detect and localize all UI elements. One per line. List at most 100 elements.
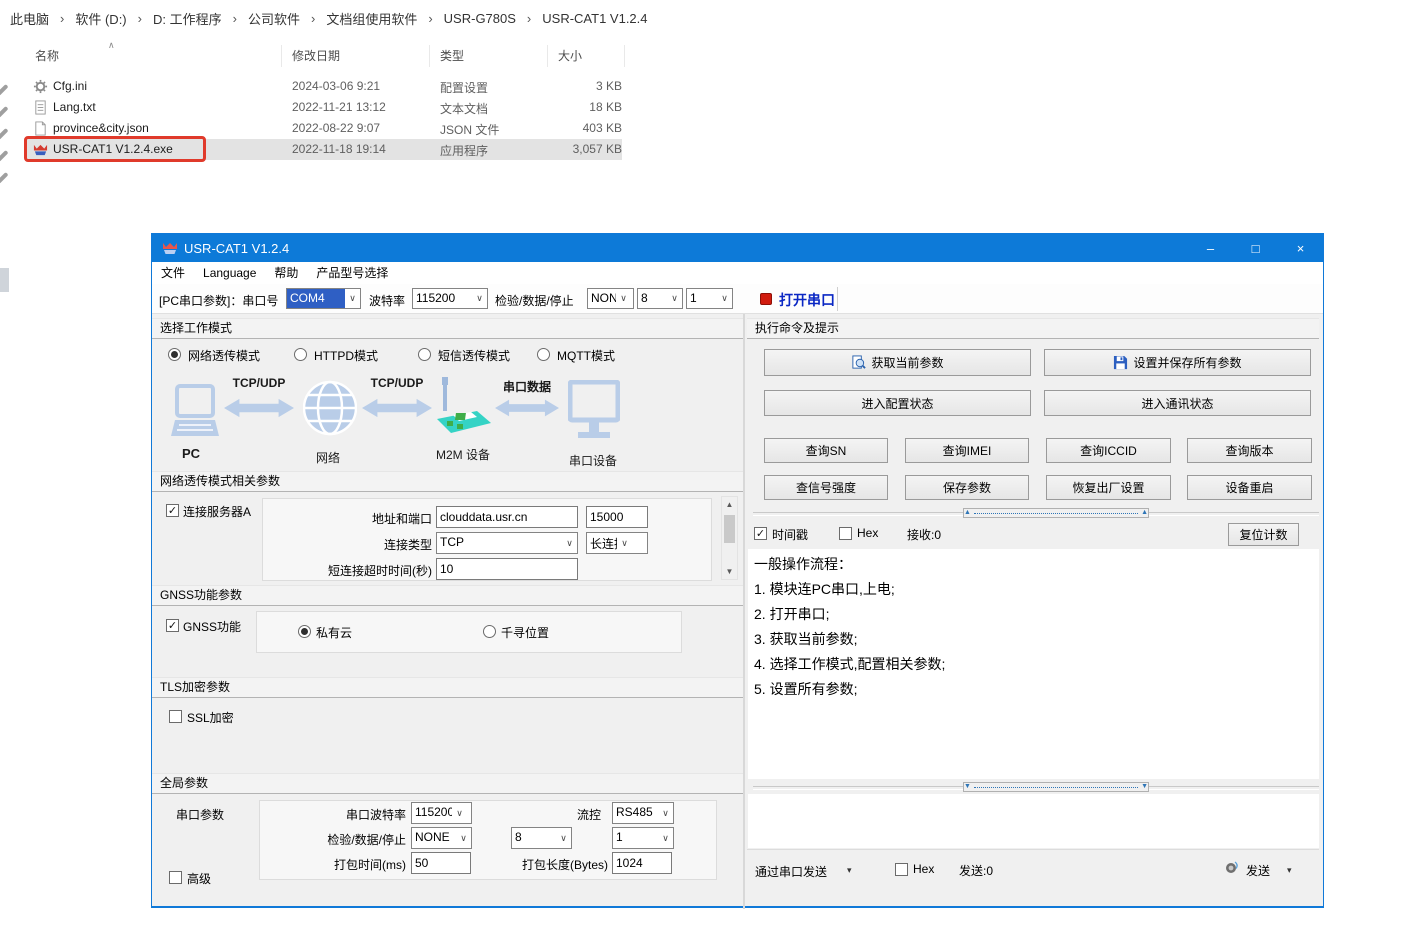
scroll-down-icon[interactable]: ▼ [722, 564, 737, 579]
chevron-down-icon: ∨ [658, 803, 673, 823]
port-input[interactable] [586, 506, 648, 528]
radio-label[interactable]: 私有云 [316, 624, 352, 641]
table-row[interactable]: Lang.txt 2022-11-21 13:12 文本文档 18 KB [25, 97, 622, 118]
set-save-all-button[interactable]: 设置并保存所有参数 [1044, 349, 1311, 376]
stopbits-select[interactable]: 1∨ [686, 288, 733, 309]
enter-config-button[interactable]: 进入配置状态 [764, 390, 1031, 416]
ssl-checkbox[interactable] [169, 710, 182, 723]
node-label-pc: PC [182, 446, 200, 461]
flow-label: 流控 [541, 806, 601, 823]
vertical-scrollbar[interactable]: ▲ ▼ [721, 496, 738, 580]
menu-file[interactable]: 文件 [152, 262, 194, 284]
conn-mode-select[interactable]: 长连接∨ [586, 532, 648, 554]
query-sn-button[interactable]: 查询SN [764, 438, 888, 463]
table-row[interactable]: Cfg.ini 2024-03-06 9:21 配置设置 3 KB [25, 76, 622, 97]
menu-help[interactable]: 帮助 [265, 262, 307, 284]
scroll-up-icon[interactable]: ▲ [722, 497, 737, 512]
double-arrow-icon [495, 397, 559, 419]
splitter-handle[interactable]: ▲ ▲ [963, 508, 1149, 518]
enter-comm-button[interactable]: 进入通讯状态 [1044, 390, 1311, 416]
hex-send-checkbox[interactable] [895, 863, 908, 876]
radio-qianxun[interactable] [483, 625, 496, 638]
radio-httpd-mode[interactable] [294, 348, 307, 361]
breadcrumb-item[interactable]: USR-G780S [444, 11, 516, 26]
section-header-gnss: GNSS功能参数 [152, 585, 743, 606]
column-header-name[interactable]: 名称 [25, 45, 282, 67]
query-imei-button[interactable]: 查询IMEI [905, 438, 1029, 463]
chevron-down-icon: ∨ [717, 289, 732, 308]
global-parity-select[interactable]: NONE∨ [411, 827, 472, 849]
chevron-down-icon: ∨ [658, 828, 673, 848]
pack-len-input[interactable] [612, 852, 672, 874]
column-header-size[interactable]: 大小 [548, 45, 625, 67]
gnss-enable-checkbox[interactable]: ✓ [166, 619, 179, 632]
breadcrumb-item[interactable]: 软件 (D:) [75, 9, 126, 28]
chevron-down-icon: ∨ [456, 828, 471, 848]
open-port-button[interactable]: 打开串口 [779, 290, 835, 310]
column-header-date[interactable]: 修改日期 [282, 45, 430, 67]
save-params-button[interactable]: 保存参数 [905, 475, 1029, 500]
parity-select[interactable]: NONE∨ [587, 288, 634, 309]
factory-reset-button[interactable]: 恢复出厂设置 [1046, 475, 1171, 500]
hex-send-label: Hex [913, 862, 934, 876]
pack-time-input[interactable] [411, 852, 471, 874]
hex-recv-checkbox[interactable] [839, 527, 852, 540]
global-stopbits-select[interactable]: 1∨ [612, 827, 674, 849]
breadcrumb-item[interactable]: 文档组使用软件 [326, 9, 417, 28]
conn-type-label: 连接类型 [282, 536, 432, 553]
radio-net-transparent-mode[interactable] [168, 348, 181, 361]
breadcrumb-chevron-icon: › [527, 11, 531, 26]
double-arrow-icon [224, 397, 294, 419]
radio-label[interactable]: HTTPD模式 [314, 347, 378, 364]
maximize-button[interactable]: □ [1233, 234, 1278, 262]
breadcrumb-item[interactable]: 公司软件 [248, 9, 300, 28]
server-a-checkbox[interactable]: ✓ [166, 504, 179, 517]
advanced-checkbox[interactable] [169, 871, 182, 884]
radio-label[interactable]: 千寻位置 [501, 624, 549, 641]
query-iccid-button[interactable]: 查询ICCID [1046, 438, 1171, 463]
receive-log[interactable]: 一般操作流程： 1. 模块连PC串口,上电; 2. 打开串口; 3. 获取当前参… [748, 549, 1319, 779]
databits-select[interactable]: 8∨ [637, 288, 683, 309]
column-header-type[interactable]: 类型 [430, 45, 548, 67]
menu-product-model[interactable]: 产品型号选择 [307, 262, 397, 284]
splitter-handle[interactable]: ▼ ▼ [963, 782, 1149, 792]
breadcrumb-item[interactable]: USR-CAT1 V1.2.4 [542, 11, 647, 26]
short-conn-input[interactable] [436, 558, 578, 580]
sort-ascending-icon[interactable]: ∧ [108, 40, 115, 51]
com-port-select[interactable]: COM4∨ [286, 288, 361, 309]
global-baud-select[interactable]: 115200∨ [411, 802, 472, 824]
send-bottom-bar: 通过串口发送 ▾ Hex 发送:0 发送 ▾ [747, 849, 1319, 887]
minimize-button[interactable]: – [1188, 234, 1233, 262]
radio-sms-mode[interactable] [418, 348, 431, 361]
radio-label[interactable]: 短信透传模式 [438, 347, 510, 364]
get-params-button[interactable]: 获取当前参数 [764, 349, 1031, 376]
pin-icon [0, 128, 9, 140]
address-input[interactable] [436, 506, 578, 528]
log-line: 一般操作流程： [754, 552, 1313, 577]
send-button[interactable]: 发送 [1246, 862, 1270, 879]
radio-mqtt-mode[interactable] [537, 348, 550, 361]
title-bar[interactable]: USR-CAT1 V1.2.4 – □ × [152, 234, 1323, 262]
file-date: 2022-11-21 13:12 [292, 100, 386, 114]
device-restart-button[interactable]: 设备重启 [1187, 475, 1312, 500]
breadcrumb-item[interactable]: D: 工作程序 [153, 9, 222, 28]
reset-count-button[interactable]: 复位计数 [1228, 523, 1299, 546]
network-globe-icon [303, 380, 357, 442]
menu-language[interactable]: Language [194, 262, 265, 284]
breadcrumb-chevron-icon: › [60, 11, 64, 26]
radio-label[interactable]: 网络透传模式 [188, 347, 260, 364]
send-via-dropdown[interactable]: 通过串口发送 [755, 863, 827, 880]
baud-select[interactable]: 115200∨ [412, 288, 488, 309]
scroll-thumb[interactable] [724, 515, 735, 543]
breadcrumb-item[interactable]: 此电脑 [10, 9, 49, 28]
close-button[interactable]: × [1278, 234, 1323, 262]
query-version-button[interactable]: 查询版本 [1187, 438, 1312, 463]
query-signal-button[interactable]: 查信号强度 [764, 475, 888, 500]
global-databits-select[interactable]: 8∨ [511, 827, 572, 849]
radio-label[interactable]: MQTT模式 [557, 347, 615, 364]
conn-type-select[interactable]: TCP∨ [436, 532, 578, 554]
radio-private-cloud[interactable] [298, 625, 311, 638]
timestamp-checkbox[interactable]: ✓ [754, 527, 767, 540]
send-input-area[interactable] [748, 794, 1319, 848]
flow-select[interactable]: RS485∨ [612, 802, 674, 824]
